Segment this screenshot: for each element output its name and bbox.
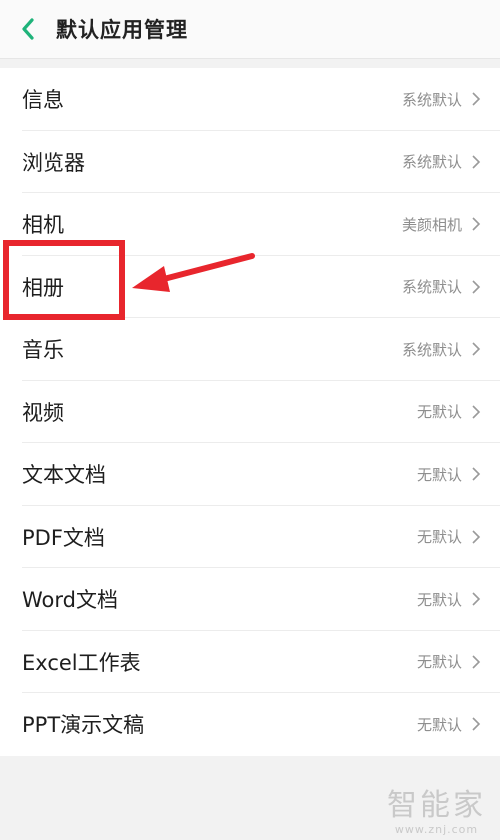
list-item-label: 文本文档 [22,463,106,488]
back-button[interactable] [4,0,52,58]
chevron-right-icon [472,280,481,294]
list-item-video[interactable]: 视频 无默认 [0,381,500,444]
list-item-label: Word文档 [22,588,118,613]
list-item-label: 信息 [22,88,64,113]
list-item-label: PDF文档 [22,525,105,550]
chevron-right-icon [472,592,481,606]
list-item-excel-sheet[interactable]: Excel工作表 无默认 [0,631,500,694]
list-item-text-document[interactable]: 文本文档 无默认 [0,443,500,506]
red-arrow-icon [132,253,255,292]
list-item-value: 无默认 [416,653,462,672]
list-item-value: 美颜相机 [401,215,462,234]
list-item-ppt-presentation[interactable]: PPT演示文稿 无默认 [0,693,500,756]
chevron-right-icon [472,655,481,669]
chevron-right-icon [472,217,481,231]
list-item-word-document[interactable]: Word文档 无默认 [0,568,500,631]
page-title: 默认应用管理 [56,18,188,42]
list-item-value: 无默认 [416,465,462,484]
list-item-value: 无默认 [416,528,462,547]
list-item-value: 系统默认 [401,278,462,297]
watermark-logo-text: 智能家 [387,788,486,823]
list-item-label: 音乐 [22,338,64,363]
chevron-right-icon [472,155,481,169]
list-item-value: 无默认 [416,403,462,422]
list-item-pdf-document[interactable]: PDF文档 无默认 [0,506,500,569]
list-item-label: 浏览器 [22,150,85,175]
chevron-right-icon [472,467,481,481]
highlight-box [3,240,125,320]
header-bar: 默认应用管理 [0,0,500,59]
list-item-value: 系统默认 [401,340,462,359]
default-apps-list: 信息 系统默认 浏览器 系统默认 相机 美颜相机 相册 系统默认 音乐 系统默认… [0,68,500,756]
list-item-music[interactable]: 音乐 系统默认 [0,318,500,381]
chevron-left-icon [22,18,34,40]
chevron-right-icon [472,530,481,544]
list-item-label: 视频 [22,400,64,425]
chevron-right-icon [472,92,481,106]
list-item-label: 相机 [22,213,64,238]
watermark: 智能家 www.znj.com [387,788,486,837]
list-item-value: 系统默认 [401,153,462,172]
list-item-label: Excel工作表 [22,650,141,675]
list-item-browser[interactable]: 浏览器 系统默认 [0,131,500,194]
list-item-value: 无默认 [416,715,462,734]
list-item-messages[interactable]: 信息 系统默认 [0,68,500,131]
chevron-right-icon [472,405,481,419]
watermark-url: www.znj.com [394,823,479,836]
chevron-right-icon [472,717,481,731]
list-item-label: PPT演示文稿 [22,713,145,738]
list-item-value: 系统默认 [401,90,462,109]
chevron-right-icon [472,342,481,356]
list-item-value: 无默认 [416,590,462,609]
